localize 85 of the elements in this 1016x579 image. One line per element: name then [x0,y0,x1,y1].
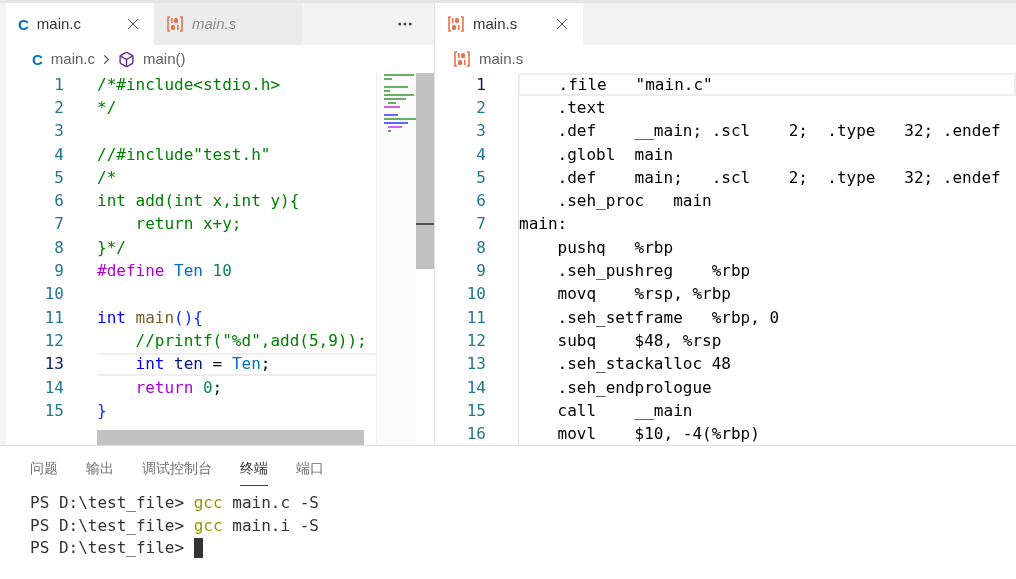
line-number: 8 [475,236,486,259]
line-number: 11 [465,306,486,329]
terminal-command: gcc main.c -S [193,492,319,515]
line-number: 14 [465,376,486,399]
terminal-command: gcc main.i -S [193,514,319,537]
line-number: 16 [465,423,486,445]
line-number: 1 [475,73,486,96]
code-line: return 0; [134,376,224,399]
editor-tab[interactable]: main.s [435,3,583,45]
line-number: 8 [53,236,64,259]
panel-tab[interactable]: 输出 [86,458,114,486]
line-number: 9 [53,260,64,283]
scrollbar-thumb[interactable] [416,73,434,269]
line-number: 7 [53,213,64,236]
code-line: //#include"test.h" [97,143,272,166]
code-line: /*#include<stdio.h> [97,73,282,96]
line-number: 4 [53,143,64,166]
breadcrumb-file[interactable]: main.c [50,47,96,71]
line-number: 2 [475,96,486,119]
code-line: .seh_pushreg %rbp [518,259,1016,283]
code-line: .seh_stackalloc 48 [518,352,1016,376]
line-number: 5 [53,166,64,189]
tab-label: main.c [36,13,82,34]
code-line: } [97,399,108,422]
code-line: .seh_setframe %rbp, 0 [518,305,1016,330]
code-line: //printf("%d",add(5,9)); [134,329,368,352]
code-line: /* [97,166,118,189]
code-line: int add(int x,int y){ [97,190,301,213]
line-number: 11 [43,306,64,329]
line-number: 7 [475,213,486,236]
code-line: return x+y; [134,213,243,236]
code-line: int main(){ [97,306,204,329]
code-line: int ten = Ten; [97,352,376,376]
terminal-prompt: PS D:\test_file> [30,514,185,537]
line-number: 6 [53,190,64,213]
code-line: main: [518,212,1016,237]
panel-tab[interactable]: 问题 [30,458,58,486]
line-number: 6 [475,190,486,213]
code-line: .seh_proc main [518,189,1016,213]
editor-tab[interactable]: C main.c [6,3,154,45]
code-line: .seh_endprologue [518,375,1016,400]
code-line: movq %rsp, %rbp [518,282,1016,306]
code-line: */ [97,96,118,119]
line-number: 15 [465,399,486,422]
code-line: subq $48, %rsp [518,329,1016,353]
line-number: 9 [475,260,486,283]
breadcrumb-file[interactable]: main.s [479,47,524,71]
tab-label: main.s [473,13,518,34]
panel-tab[interactable]: 调试控制台 [142,458,212,486]
terminal-prompt: PS D:\test_file> [30,537,185,560]
c-file-icon: C [32,51,43,67]
line-number: 13 [465,353,486,376]
line-number: 3 [475,120,486,143]
line-number: 4 [475,143,486,166]
binary-file-icon [447,15,465,33]
panel-tab[interactable]: 终端 [240,458,268,486]
code-line: movl $10, -4(%rbp) [518,422,1016,445]
horizontal-scrollbar-thumb[interactable] [97,430,364,445]
terminal-prompt: PS D:\test_file> [30,492,185,515]
line-number: 1 [53,73,64,96]
panel-tab[interactable]: 端口 [296,458,324,486]
c-file-icon: C [18,16,29,32]
line-number: 15 [43,399,64,422]
line-number: 14 [43,376,64,399]
code-line: }*/ [97,236,127,259]
cube-icon [118,50,136,68]
code-line: .globl main [518,142,1016,167]
line-number: 13 [43,353,64,376]
line-number: 3 [53,120,64,143]
line-number: 12 [465,329,486,352]
line-number: 10 [465,283,486,306]
code-line: #define Ten 10 [97,260,233,283]
tab-label: main.s [192,13,237,34]
line-number: 10 [43,283,64,306]
line-number: 12 [43,329,64,352]
binary-file-icon [453,50,471,68]
code-line: call __main [518,399,1016,423]
code-line: .def main; .scl 2; .type 32; .endef [518,166,1016,190]
line-number: 2 [53,96,64,119]
code-line: .text [518,96,1016,120]
code-line: pushq %rbp [518,236,1016,260]
breadcrumb-symbol[interactable]: main() [143,47,186,71]
code-line: .def __main; .scl 2; .type 32; .endef [518,119,1016,143]
binary-file-icon [166,15,184,33]
line-number: 5 [475,166,486,189]
